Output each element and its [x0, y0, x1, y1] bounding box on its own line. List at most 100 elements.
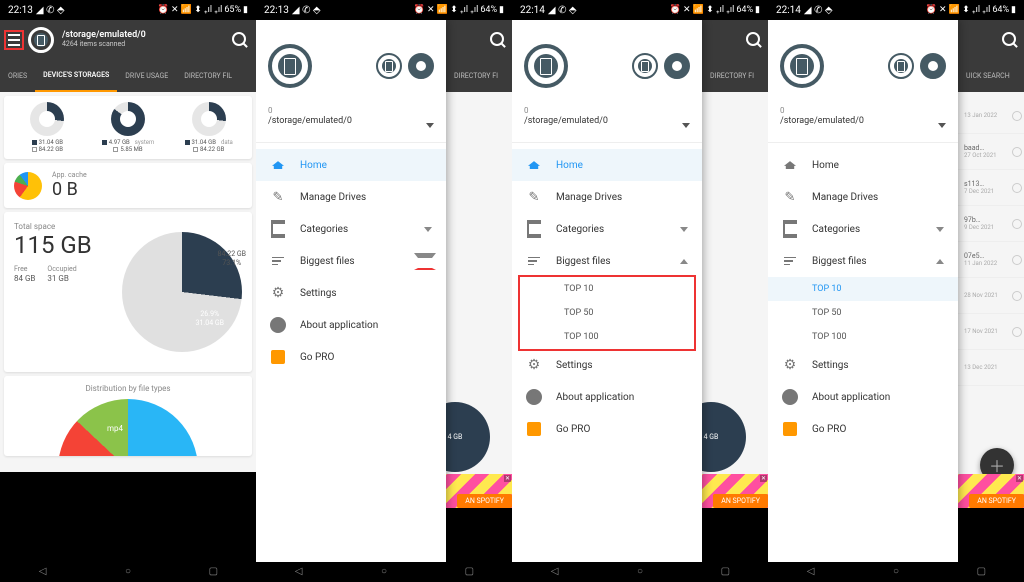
nav-recent[interactable]: ▢ [459, 566, 479, 578]
menu-go-pro[interactable]: Go PRO [512, 413, 702, 445]
nav-back[interactable]: ◁ [545, 566, 565, 578]
storages-card: 31.04 GB 84.22 GB 4.97 GBsystem 5.85 MB … [4, 96, 252, 159]
nav-bar: ◁ ○ ▢ [0, 562, 256, 582]
app-cache-card[interactable]: App. cache 0 B [4, 163, 252, 208]
file-row[interactable]: 07e5…11 Jan 2022 [958, 242, 1024, 278]
distribution-card[interactable]: Distribution by file types mp4 [4, 376, 252, 456]
tab-directory-files[interactable]: DIRECTORY FIL [176, 60, 240, 92]
search-icon[interactable] [746, 32, 762, 48]
info-icon[interactable] [1012, 219, 1022, 229]
file-row[interactable]: 13 Jan 2022 [958, 98, 1024, 134]
question-icon [782, 389, 798, 405]
nav-back[interactable]: ◁ [33, 566, 53, 578]
menu-top-50[interactable]: TOP 50 [520, 301, 694, 325]
info-icon[interactable] [1012, 255, 1022, 265]
menu-top-10[interactable]: TOP 10 [768, 277, 958, 301]
total-space-card[interactable]: Total space 115 GB Free84 GB Occupied31 … [4, 212, 252, 372]
menu-categories[interactable]: Categories [512, 213, 702, 245]
nav-back[interactable]: ◁ [289, 566, 309, 578]
menu-home[interactable]: Home [256, 149, 446, 181]
pro-icon [782, 421, 798, 437]
storage-phone-button[interactable] [376, 53, 402, 79]
menu-settings[interactable]: Settings [512, 349, 702, 381]
menu-home[interactable]: Home [512, 149, 702, 181]
tab-categories[interactable]: ORIES [0, 60, 35, 92]
menu-top-50[interactable]: TOP 50 [768, 301, 958, 325]
storage-data[interactable]: 31.04 GBdata 84.22 GB [169, 102, 248, 153]
file-row[interactable]: 17 Nov 2021 [958, 314, 1024, 350]
storage-internal[interactable]: 31.04 GB 84.22 GB [8, 102, 87, 153]
nav-recent[interactable]: ▢ [971, 566, 991, 578]
menu-categories[interactable]: Categories [256, 213, 446, 245]
menu-about[interactable]: About application [256, 309, 446, 341]
nav-back[interactable]: ◁ [801, 566, 821, 578]
info-icon[interactable] [1012, 291, 1022, 301]
storage-system[interactable]: 4.97 GBsystem 5.85 MB [89, 102, 168, 153]
nav-home[interactable]: ○ [630, 566, 650, 578]
file-row[interactable]: baad…27 Oct 2021 [958, 134, 1024, 170]
storage-phone-button[interactable] [888, 53, 914, 79]
menu-settings[interactable]: Settings [768, 349, 958, 381]
storage-phone-button[interactable] [632, 53, 658, 79]
tabs: ORIES DEVICE'S STORAGES DRIVE USAGE DIRE… [0, 60, 256, 92]
file-row[interactable]: s113…7 Dec 2021 [958, 170, 1024, 206]
storage-android-button[interactable] [920, 53, 946, 79]
nav-home[interactable]: ○ [374, 566, 394, 578]
file-row[interactable]: 13 Dec 2021 [958, 350, 1024, 386]
status-bar: 22:14◢ ✆ ⬘ ⏰ ✕ 📶 ⬍ ₊ıl ₊ıl64%▮ [512, 0, 768, 20]
menu-about[interactable]: About application [512, 381, 702, 413]
sort-icon [782, 253, 798, 269]
nav-home[interactable]: ○ [886, 566, 906, 578]
menu-top-100[interactable]: TOP 100 [520, 325, 694, 349]
menu-manage-drives[interactable]: Manage Drives [512, 181, 702, 213]
menu-home[interactable]: Home [768, 149, 958, 181]
ad-close-icon[interactable]: ✕ [1016, 475, 1023, 482]
ad-close-icon[interactable]: ✕ [760, 475, 767, 482]
menu-biggest-files[interactable]: Biggest files [256, 245, 446, 277]
menu-settings[interactable]: Settings [256, 277, 446, 309]
ad-close-icon[interactable]: ✕ [504, 475, 511, 482]
gear-icon [270, 285, 286, 301]
highlight-biggest-options: TOP 10 TOP 50 TOP 100 [518, 275, 696, 351]
chevron-up-icon [680, 259, 688, 264]
status-bar: 22:13◢ ✆ ⬘ ⏰ ✕ 📶 ⬍ ₊ıl ₊ıl65%▮ [0, 0, 256, 20]
search-icon[interactable] [490, 32, 506, 48]
nav-home[interactable]: ○ [118, 566, 138, 578]
nav-drawer: 0/storage/emulated/0 Home Manage Drives … [512, 20, 702, 562]
menu-top-10[interactable]: TOP 10 [520, 277, 694, 301]
menu-manage-drives[interactable]: Manage Drives [256, 181, 446, 213]
file-row[interactable]: 28 Nov 2021 [958, 278, 1024, 314]
storage-android-button[interactable] [408, 53, 434, 79]
phone-3: 22:14◢ ✆ ⬘ ⏰ ✕ 📶 ⬍ ₊ıl ₊ıl64%▮ DIRECTORY… [512, 0, 768, 582]
tab-devices-storages[interactable]: DEVICE'S STORAGES [35, 60, 117, 92]
info-icon[interactable] [1012, 111, 1022, 121]
info-icon[interactable] [1012, 147, 1022, 157]
nav-recent[interactable]: ▢ [715, 566, 735, 578]
list-icon [526, 221, 542, 237]
menu-button[interactable] [4, 30, 24, 50]
menu-biggest-files[interactable]: Biggest files [768, 245, 958, 277]
menu-categories[interactable]: Categories [768, 213, 958, 245]
home-icon [526, 157, 542, 173]
drawer-path-selector[interactable]: 0/storage/emulated/0 [524, 106, 690, 128]
info-icon[interactable] [1012, 183, 1022, 193]
menu-top-100[interactable]: TOP 100 [768, 325, 958, 349]
menu-biggest-files[interactable]: Biggest files [512, 245, 702, 277]
file-row[interactable]: 97b…9 Dec 2021 [958, 206, 1024, 242]
status-bar: 22:14◢ ✆ ⬘ ⏰ ✕ 📶 ⬍ ₊ıl ₊ıl64%▮ [768, 0, 1024, 20]
nav-recent[interactable]: ▢ [203, 566, 223, 578]
black-overlay [0, 472, 256, 562]
tab-drive-usage[interactable]: DRIVE USAGE [117, 60, 176, 92]
storage-android-button[interactable] [664, 53, 690, 79]
info-icon[interactable] [1012, 327, 1022, 337]
search-icon[interactable] [1002, 32, 1018, 48]
chevron-down-icon [414, 253, 436, 270]
app-logo [28, 27, 54, 53]
menu-go-pro[interactable]: Go PRO [768, 413, 958, 445]
search-icon[interactable] [232, 32, 248, 48]
drawer-path-selector[interactable]: 0/storage/emulated/0 [780, 106, 946, 128]
menu-about[interactable]: About application [768, 381, 958, 413]
drawer-path-selector[interactable]: 0 /storage/emulated/0 [268, 106, 434, 128]
menu-go-pro[interactable]: Go PRO [256, 341, 446, 373]
menu-manage-drives[interactable]: Manage Drives [768, 181, 958, 213]
